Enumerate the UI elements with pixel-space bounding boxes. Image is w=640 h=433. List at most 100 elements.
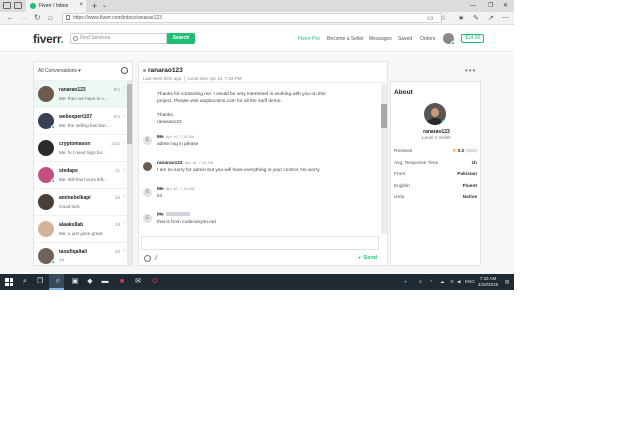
presence-dot: [143, 68, 146, 72]
tab-preview-icon[interactable]: [14, 2, 22, 9]
tray-cloud-icon[interactable]: ☁: [440, 279, 445, 285]
favorite-star-icon[interactable]: ☆: [440, 14, 446, 23]
stat-row: Urdu Native: [394, 195, 477, 200]
notification-icon[interactable]: ▤: [505, 279, 509, 285]
search-icon[interactable]: ⌕: [20, 277, 30, 287]
balance-badge[interactable]: $14.00: [461, 34, 485, 43]
chat-scrollbar[interactable]: [381, 84, 387, 234]
dropbox-icon[interactable]: ◆: [85, 277, 95, 287]
message-line: Thanks for contacting me. I would be ver…: [157, 92, 326, 97]
favorites-icon[interactable]: ★: [458, 14, 464, 23]
tab-actions-icon[interactable]: [3, 2, 11, 9]
browser-tab-fiverr[interactable]: Fiverr / Inbox ×: [26, 0, 86, 12]
forward-icon[interactable]: →: [20, 13, 28, 23]
conversation-item-taoufiqaltali[interactable]: taoufiqaltali?? 2d ☆: [34, 243, 129, 265]
send-caret-icon: ▼: [357, 255, 362, 260]
attachment-icon[interactable]: ⌇: [152, 254, 159, 263]
search-placeholder: Find Services: [80, 35, 111, 41]
url-field[interactable]: https://www.fiverr.com/inbox/ranarao123: [62, 13, 442, 23]
app-red-icon[interactable]: ■: [117, 277, 127, 287]
conversation-time: 2d: [114, 195, 120, 200]
browser-tab-strip: Fiverr / Inbox × + ⌄ — ❐ ✕: [0, 0, 514, 12]
new-tab-icon[interactable]: +: [92, 0, 97, 12]
url-text: https://www.fiverr.com/inbox/ranarao123: [73, 15, 162, 21]
conversation-name: webexpert107: [59, 114, 93, 120]
conversation-search-icon[interactable]: [121, 67, 128, 74]
share-icon[interactable]: ↗: [488, 14, 494, 23]
lock-icon: [66, 15, 70, 20]
folder-icon[interactable]: ▬: [100, 277, 110, 287]
tray-wifi-icon[interactable]: ≋: [450, 279, 454, 285]
conversation-name: stedape: [59, 168, 78, 174]
emoji-icon[interactable]: [144, 255, 151, 262]
conversation-item-cryptomason[interactable]: cryptomason Me: hi I need logo for... 22m ☆: [34, 135, 129, 162]
conversation-name: taoufiqaltali: [59, 249, 88, 255]
message-text: lol: [157, 194, 162, 199]
tray-volume-icon[interactable]: ◀: [457, 279, 460, 285]
search-button[interactable]: Search: [167, 33, 195, 44]
conversation-preview: Me: hi I need logo for...: [59, 150, 106, 155]
fiverr-logo[interactable]: fiverr.: [33, 32, 64, 46]
more-icon[interactable]: ⋯: [502, 14, 509, 23]
tab-menu-icon[interactable]: ⌄: [102, 0, 107, 12]
refresh-icon[interactable]: ↻: [34, 13, 41, 23]
search-input[interactable]: Find Services: [70, 33, 167, 44]
tray-person-icon[interactable]: ☺: [418, 279, 423, 284]
nav-saved[interactable]: Saved: [398, 36, 412, 42]
maximize-icon[interactable]: ❐: [488, 0, 493, 12]
nav-become-seller[interactable]: Become a Seller: [327, 36, 364, 42]
compose-toolbar: ⌇ ▼ Send: [139, 252, 387, 265]
nav-orders[interactable]: Orders: [420, 36, 435, 42]
home-icon[interactable]: ⌂: [48, 13, 53, 23]
send-button[interactable]: ▼ Send: [358, 255, 377, 261]
conversation-item-aminebelkapi[interactable]: aminebelkapi Good luck 2d ☆: [34, 189, 129, 216]
reading-view-icon[interactable]: ▭: [427, 14, 434, 23]
message-line: Thanks,: [157, 113, 175, 118]
conversation-item-ranarao123[interactable]: ranarao123 Me: then we have to c... 9m ☆: [34, 81, 129, 108]
stat-row: Reviews ★ 5.0 (202): [394, 149, 477, 154]
nav-fiverr-pro[interactable]: Fiverr Pro: [298, 36, 320, 42]
minimize-icon[interactable]: —: [470, 0, 476, 12]
message-avatar: E: [143, 136, 152, 145]
conversation-item-stedape[interactable]: stedape Me: still few hours left... 1h ☆: [34, 162, 129, 189]
options-more-icon[interactable]: •••: [465, 66, 476, 75]
taskbar-clock[interactable]: 7:33 AM 4/16/2019: [474, 276, 502, 288]
conversation-item-alaakullab[interactable]: alaakullab Me: u just gone great 2d ☆: [34, 216, 129, 243]
tray-app-icon[interactable]: ●: [404, 279, 407, 284]
mail-icon[interactable]: ✉: [133, 277, 143, 287]
conversation-scrollbar[interactable]: [127, 81, 132, 265]
conversation-name: cryptomason: [59, 141, 91, 147]
windows-start-icon[interactable]: [5, 278, 13, 286]
user-avatar[interactable]: [443, 33, 455, 45]
tab-close-icon[interactable]: ×: [79, 2, 83, 8]
tray-chevron-icon[interactable]: ^: [430, 279, 432, 284]
seller-avatar[interactable]: [424, 103, 446, 125]
stat-row: English Fluent: [394, 183, 477, 189]
conversation-name: alaakullab: [59, 222, 84, 228]
conversation-time: 22m: [111, 141, 120, 146]
window-close-icon[interactable]: ✕: [503, 0, 508, 12]
online-dot: [51, 260, 55, 264]
message-input[interactable]: [141, 236, 379, 250]
screen: Fiverr / Inbox × + ⌄ — ❐ ✕ ← → ↻ ⌂ https…: [0, 0, 514, 290]
about-title: About: [394, 89, 413, 96]
store-icon[interactable]: ▣: [70, 277, 80, 287]
message-avatar: E: [143, 188, 152, 197]
conversation-name: ranarao123: [59, 87, 86, 93]
opera-icon[interactable]: O: [150, 277, 160, 287]
nav-messages[interactable]: Messages: [369, 36, 392, 42]
conversation-avatar: [38, 86, 54, 102]
conversation-preview: Me: the selling function...: [59, 123, 110, 128]
stat-row: From Pakistan: [394, 172, 477, 177]
back-icon[interactable]: ←: [6, 13, 14, 23]
conversation-item-webexpert107[interactable]: webexpert107 Me: the selling function... 5…: [34, 108, 129, 135]
seller-name[interactable]: ranarao123: [391, 129, 482, 135]
task-view-icon[interactable]: ❐: [35, 277, 45, 287]
chat-username[interactable]: ranarao123: [143, 67, 183, 74]
conversation-filter-dropdown[interactable]: All Conversations ▾: [38, 68, 81, 74]
message-text: admin log in please: [157, 142, 199, 147]
message-sender: ranarao123 Apr 16, 7:14 AM: [157, 160, 214, 166]
conversation-time: 2d: [114, 249, 120, 254]
conversation-header: All Conversations ▾: [34, 62, 132, 81]
notes-icon[interactable]: ✎: [473, 14, 479, 23]
